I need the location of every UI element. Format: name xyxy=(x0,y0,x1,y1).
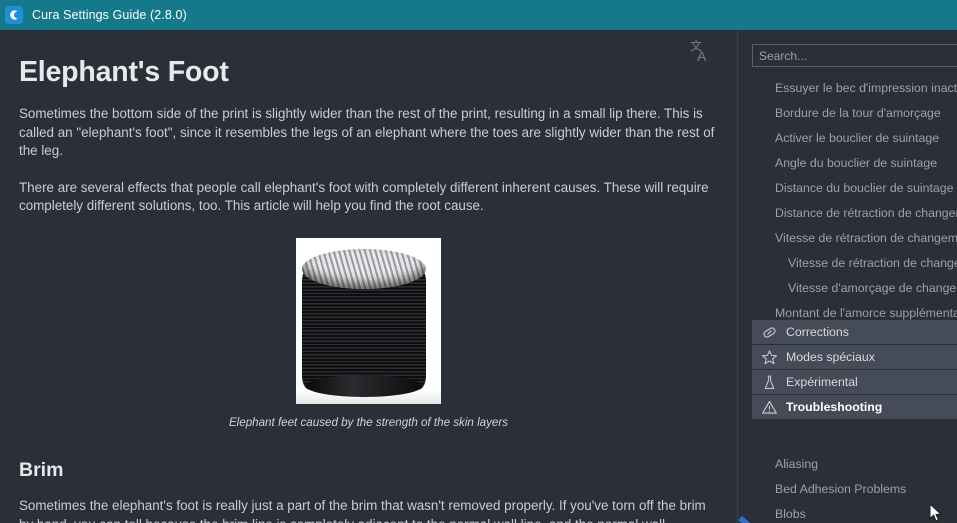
settings-sidebar: Essuyer le bec d'impression inactif s Bo… xyxy=(738,30,957,523)
list-item[interactable]: Blobs xyxy=(738,501,957,523)
list-item[interactable]: Aliasing xyxy=(738,451,957,476)
figure-caption: Elephant feet caused by the strength of … xyxy=(228,415,509,429)
chevron-right-icon xyxy=(738,514,758,523)
warning-triangle-icon xyxy=(752,399,786,416)
cura-logo-icon xyxy=(5,6,23,24)
search-container xyxy=(752,44,957,67)
sidebar-category-experimental[interactable]: Expérimental xyxy=(752,370,957,395)
category-list: Corrections Modes spéciaux Expérimental xyxy=(752,320,957,420)
section-title-brim: Brim xyxy=(19,458,64,481)
category-label: Corrections xyxy=(786,325,849,339)
title-bar: Cura Settings Guide (2.8.0) xyxy=(0,0,957,30)
tree-item[interactable]: Activer le bouclier de suintage xyxy=(738,125,957,150)
sidebar-category-troubleshooting[interactable]: Troubleshooting xyxy=(752,395,957,420)
app-window: Cura Settings Guide (2.8.0) 文 A Elephant… xyxy=(0,0,957,523)
troubleshooting-article-list: Aliasing Bed Adhesion Problems Blobs Ele… xyxy=(738,451,957,523)
intro-paragraph-2: There are several effects that people ca… xyxy=(19,179,709,214)
window-title: Cura Settings Guide (2.8.0) xyxy=(32,8,187,22)
tree-item[interactable]: Vitesse d'amorçage de changeme xyxy=(738,275,957,300)
translate-icon[interactable]: 文 A xyxy=(689,38,715,64)
category-label: Expérimental xyxy=(786,375,858,389)
article-figure: Elephant feet caused by the strength of … xyxy=(19,216,718,429)
settings-tree: Essuyer le bec d'impression inactif s Bo… xyxy=(738,75,957,325)
tree-item[interactable]: Distance de rétraction de changeme xyxy=(738,200,957,225)
tree-item[interactable]: Distance du bouclier de suintage xyxy=(738,175,957,200)
tree-item[interactable]: Essuyer le bec d'impression inactif s xyxy=(738,75,957,100)
sidebar-category-corrections[interactable]: Corrections xyxy=(752,320,957,345)
bandage-icon xyxy=(752,324,786,341)
intro-paragraph-1: Sometimes the bottom side of the print i… xyxy=(19,106,715,159)
sidebar-category-modes-speciaux[interactable]: Modes spéciaux xyxy=(752,345,957,370)
elephant-foot-photo xyxy=(296,237,441,404)
svg-text:A: A xyxy=(697,48,707,64)
star-icon xyxy=(752,349,786,366)
tree-item[interactable]: Vitesse de rétraction de changeme xyxy=(738,250,957,275)
printed-cylinder-illustration xyxy=(296,247,441,397)
section-paragraph-brim: Sometimes the elephant's foot is really … xyxy=(19,498,706,523)
page-title: Elephant's Foot xyxy=(19,56,229,88)
flask-icon xyxy=(752,374,786,391)
tree-item[interactable]: Bordure de la tour d'amorçage xyxy=(738,100,957,125)
category-label: Troubleshooting xyxy=(786,400,883,414)
tree-item[interactable]: Angle du bouclier de suintage xyxy=(738,150,957,175)
article-pane: 文 A Elephant's Foot Sometimes the bottom… xyxy=(0,30,737,523)
tree-item[interactable]: Vitesse de rétraction de changemen xyxy=(738,225,957,250)
search-input[interactable] xyxy=(752,44,957,67)
category-label: Modes spéciaux xyxy=(786,350,875,364)
list-item[interactable]: Bed Adhesion Problems xyxy=(738,476,957,501)
